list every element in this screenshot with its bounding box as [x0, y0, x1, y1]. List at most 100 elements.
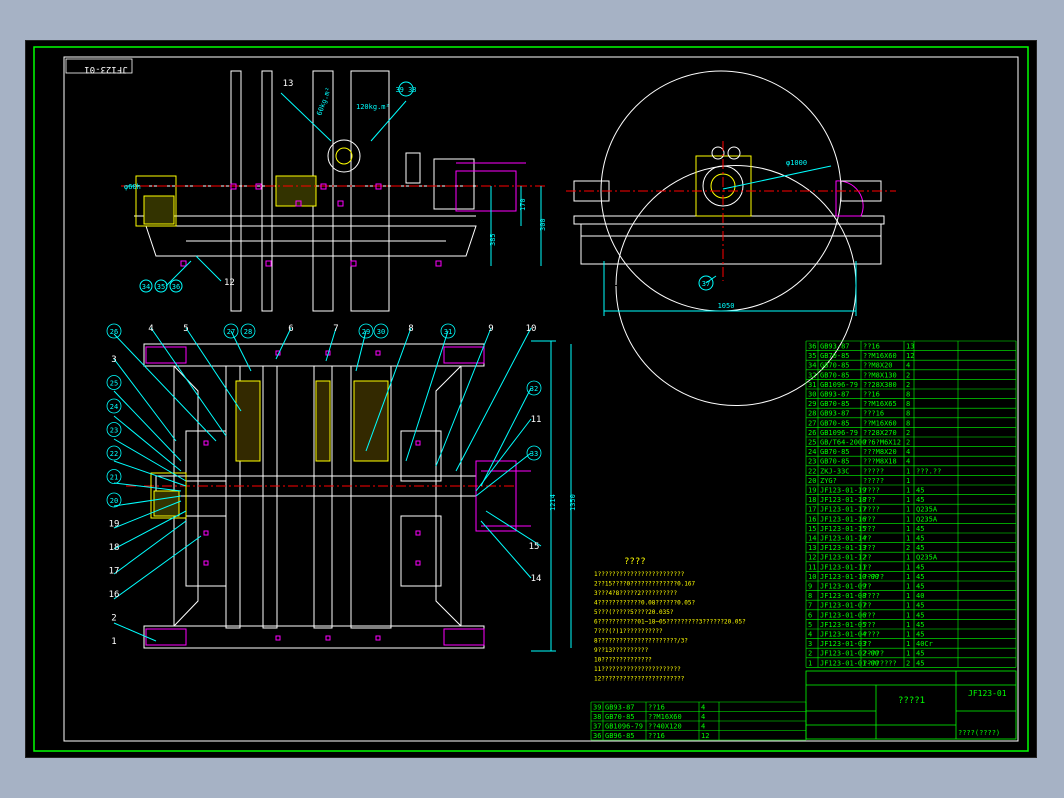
bom-bottom-cell: ??40X120 [648, 723, 682, 731]
bom-bottom-cell: 39 [593, 704, 601, 712]
bom-cell: Q235A [916, 506, 938, 514]
bom-cell: JF123-01-14 [820, 535, 866, 543]
note-line: 11?????????????????????? [594, 666, 681, 673]
bom-cell: JF123-01-16 [820, 515, 866, 523]
note-line: 6???????????01~18~05?????????3??????20.0… [594, 619, 746, 626]
balloon-39-38: 39 38 [395, 86, 416, 94]
bom-cell: 1 [906, 496, 910, 504]
bom-cell: 1 [906, 583, 910, 591]
bom-cell: ???????? [863, 659, 897, 667]
bom-cell: GB70-85 [820, 352, 850, 360]
main-left-24: 24 [110, 403, 118, 411]
bom-bottom-cell: 4 [701, 713, 705, 721]
bom-cell: GB70-85 [820, 400, 850, 408]
bom-cell: 6 [808, 611, 812, 619]
bom-bottom-table: 39 GB93-87 ??16 4 38 GB70-85 ??M16X60 4 37 GB1096… [590, 701, 807, 741]
main-right-11: 11 [531, 415, 542, 425]
main-label-31: 31 [444, 328, 452, 336]
top-text-120kg: 120kg.m² [356, 103, 390, 111]
main-label-28: 28 [244, 328, 252, 336]
bom-cell: ??M16X60 [863, 352, 897, 360]
bom-cell: 1 [906, 602, 910, 610]
main-right-33: 33 [530, 450, 538, 458]
bom-cell: JF123-01-19 [820, 487, 866, 495]
bom-cell: 1 [906, 525, 910, 533]
bom-cell: 27 [808, 419, 816, 427]
bom-cell: 45 [916, 573, 924, 581]
main-right-32: 32 [530, 385, 538, 393]
bom-cell: 1 [906, 554, 910, 562]
main-label-27: 27 [227, 328, 235, 336]
bom-cell: ZYG? [820, 477, 837, 485]
bom-cell: JF123-01-15 [820, 525, 866, 533]
bom-cell: 28 [808, 410, 816, 418]
bom-cell: 36 [808, 343, 816, 351]
bom-cell: ??M16X65 [863, 400, 897, 408]
bom-cell: ?? [863, 535, 871, 543]
bom-cell: 20 [808, 477, 816, 485]
bom-cell: 1 [906, 621, 910, 629]
bom-cell: ??? [863, 525, 876, 533]
main-label-26: 26 [110, 328, 118, 336]
bom-cell: 23 [808, 458, 816, 466]
main-left-18: 18 [109, 543, 120, 553]
bom-cell: 31 [808, 381, 816, 389]
bom-bottom-cell: GB1096-79 [605, 723, 643, 731]
bom-cell: 2 [906, 381, 910, 389]
bom-cell: ZKJ-33C [820, 467, 850, 475]
bom-cell: 1 [906, 467, 910, 475]
bom-bottom-cell: ??16 [648, 704, 665, 712]
balloon-35: 35 [157, 283, 165, 291]
main-label-29: 29 [362, 328, 370, 336]
bom-cell: GB/T64-2000 [820, 439, 866, 447]
bom-cell: ?? [863, 583, 871, 591]
bom-cell: ??? [863, 544, 876, 552]
bom-cell: 19 [808, 487, 816, 495]
bom-bottom-cell: ??M16X60 [648, 713, 682, 721]
main-label-6: 6 [288, 324, 293, 334]
bom-cell: JF123-01-13 [820, 544, 866, 552]
leader-12: 12 [224, 278, 235, 288]
bom-cell: JF123-01-04 [820, 631, 866, 639]
bom-cell: 1 [906, 515, 910, 523]
bom-cell: 13 [808, 544, 816, 552]
bom-cell: 2 [906, 544, 910, 552]
bom-cell: 34 [808, 362, 816, 370]
bom-cell: ??? [863, 611, 876, 619]
bom-cell: 25 [808, 439, 816, 447]
bom-cell: JF123-01-09 [820, 583, 866, 591]
bom-cell: GB1096-79 [820, 429, 858, 437]
bom-cell: 45 [916, 535, 924, 543]
bom-cell: ???.?? [916, 467, 941, 475]
bom-cell: ??? [863, 515, 876, 523]
bom-bottom-cell: 4 [701, 723, 705, 731]
bom-table: 36 GB93-87 ??16 1335 GB70-85 ??M16X60 1234 GB70… [805, 340, 1017, 668]
bom-cell: 1 [906, 611, 910, 619]
technical-notes: ???? [624, 557, 646, 567]
bom-cell: ?? [863, 554, 871, 562]
bom-bottom-cell: 37 [593, 723, 601, 731]
bom-cell: 45 [916, 621, 924, 629]
bom-cell: ????? [863, 467, 884, 475]
bom-cell: GB93-87 [820, 410, 850, 418]
bom-cell: GB70-85 [820, 362, 850, 370]
main-left-2: 2 [111, 614, 116, 624]
main-label-7: 7 [333, 324, 338, 334]
bom-cell: 2 [808, 650, 812, 658]
bom-bottom-cell: GB70-85 [605, 713, 635, 721]
bom-cell: 3 [808, 640, 812, 648]
bom-cell: ??6?M6X12 [863, 439, 901, 447]
bom-cell: GB70-85 [820, 371, 850, 379]
note-line: 5???(?????5????20.035? [594, 609, 674, 616]
bom-cell: ???? [863, 487, 880, 495]
bom-cell: 45 [916, 496, 924, 504]
bom-cell: ??28X270 [863, 429, 897, 437]
main-dim-1214: 1214 [549, 494, 557, 511]
main-label-9: 9 [488, 324, 493, 334]
bom-cell: ??? [863, 496, 876, 504]
main-label-30: 30 [377, 328, 385, 336]
bom-cell: 1 [906, 535, 910, 543]
top-text-shaft: φ60h [124, 183, 141, 191]
bom-cell: ???16 [863, 410, 884, 418]
notes-title: ???? [624, 557, 646, 567]
